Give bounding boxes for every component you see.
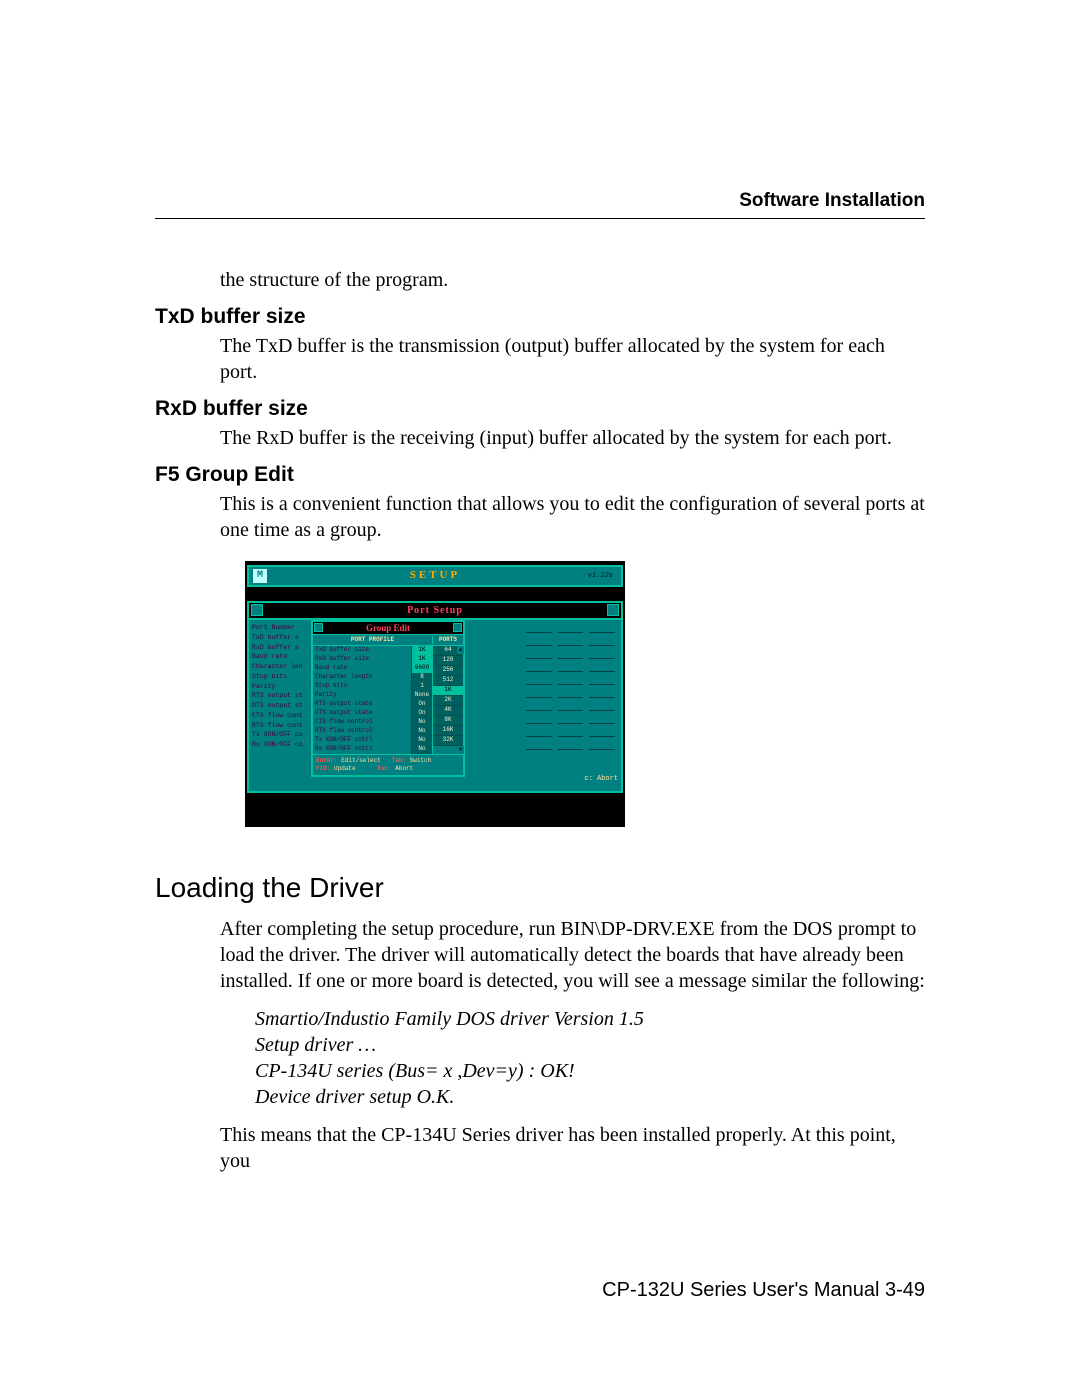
txd-heading: TxD buffer size [155,305,925,329]
loading-body2: This means that the CP-134U Series drive… [220,1122,925,1174]
group-edit-dialog: Group Edit PORT PROFILE PORTS TxD buffer… [311,620,465,777]
setup-title-bar: M SETUP v1.22a [247,565,623,587]
port-setup-panel: Port Number TxD buffer s RxD buffer s Ba… [247,620,623,793]
loading-heading: Loading the Driver [155,872,925,904]
group-edit-hints: Enter: Edit/select Tab: Switch F10: Upda… [313,754,463,775]
page-header: Software Installation [155,190,925,219]
f5-body: This is a convenient function that allow… [220,491,925,543]
port-setup-bar: Port Setup [247,601,623,620]
window-control-icon [453,623,462,632]
abort-hint: c: Abort [584,775,618,783]
window-control-icon [607,604,619,616]
rxd-heading: RxD buffer size [155,397,925,421]
scroll-down-icon: ▼ [457,746,464,754]
txd-body: The TxD buffer is the transmission (outp… [220,333,925,385]
port-setup-title: Port Setup [407,605,463,617]
ports-list: ▲ 64 128 256 512 1K 2K 4K 8K 16K 32K ▼ [432,646,463,754]
dos-screenshot: M SETUP v1.22a Port Setup Port Number Tx… [245,561,625,827]
page-footer: CP-132U Series User's Manual 3-49 [602,1279,925,1302]
moxa-logo-icon: M [253,569,267,583]
group-edit-titlebar: Group Edit [313,622,463,635]
intro-text: the structure of the program. [220,267,925,293]
rxd-body: The RxD buffer is the receiving (input) … [220,425,925,451]
loading-body1: After completing the setup procedure, ru… [220,916,925,994]
field-labels: Port Number TxD buffer s RxD buffer s Ba… [252,623,310,750]
f5-heading: F5 Group Edit [155,463,925,487]
driver-output: Smartio/Industio Family DOS driver Versi… [255,1006,925,1110]
ports-grid [523,624,618,754]
scroll-up-icon: ▲ [457,646,464,654]
group-edit-header: PORT PROFILE PORTS [313,635,463,646]
port-profile-list: TxD buffer size1K RxD buffer size1K Baud… [313,646,432,754]
window-control-icon [251,604,263,616]
version-label: v1.22a [588,572,613,580]
window-control-icon [314,623,323,632]
setup-title: SETUP [410,569,460,582]
